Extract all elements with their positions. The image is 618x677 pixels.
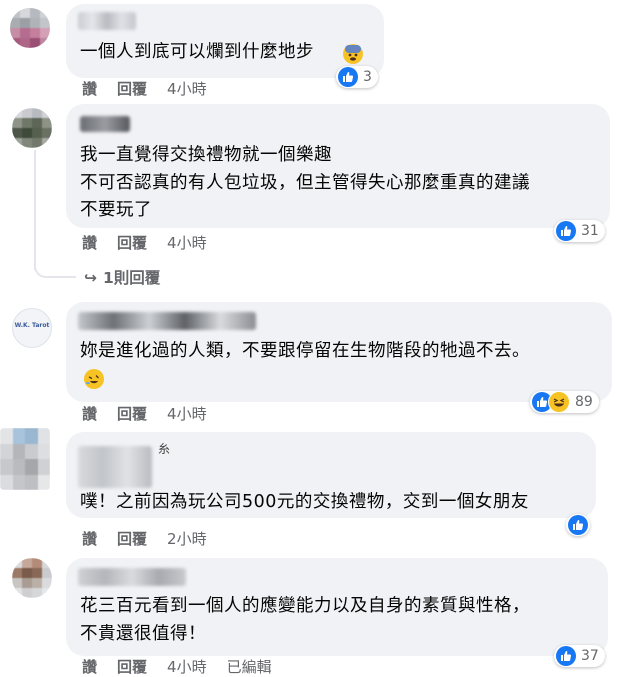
reaction-summary[interactable]: 37 bbox=[554, 645, 605, 667]
comment-text: 噗！之前因為玩公司500元的交換禮物，交到一個女朋友 bbox=[80, 492, 529, 512]
thumbs-up-icon bbox=[556, 221, 576, 241]
comment-text-line: 不可否認真的有人包垃圾，但主管得失心那麼重真的建議 bbox=[80, 173, 530, 193]
reply-link[interactable]: 回覆 bbox=[117, 405, 147, 423]
comment-text: 一個人到底可以爛到什麼地步 bbox=[80, 42, 314, 62]
avatar[interactable] bbox=[12, 558, 52, 598]
edited-label[interactable]: 已編輯 bbox=[227, 658, 272, 676]
comment-text-line: 花三百元看到一個人的應變能力以及自身的素質與性格， bbox=[80, 596, 530, 616]
comment-actions: 讚 回覆 4小時 bbox=[82, 232, 227, 253]
rolling-laughing-emoji bbox=[84, 369, 104, 389]
reply-link[interactable]: 回覆 bbox=[117, 658, 147, 676]
anxious-face-emoji bbox=[343, 44, 363, 64]
view-replies-link[interactable]: ↪ 1則回覆 bbox=[84, 266, 180, 288]
thumbs-up-icon bbox=[556, 646, 576, 666]
comment-actions: 讚 回覆 4小時 bbox=[82, 78, 227, 99]
author-name-suffix: 糸 bbox=[158, 442, 171, 456]
author-name-redacted[interactable] bbox=[78, 446, 152, 488]
comment-actions: 讚 回覆 4小時 bbox=[82, 403, 227, 424]
timestamp[interactable]: 4小時 bbox=[167, 658, 207, 676]
comment-text-line: 不要玩了 bbox=[80, 200, 152, 220]
reaction-count: 31 bbox=[581, 223, 599, 239]
avatar-logo-text: W.K. Tarot bbox=[14, 322, 50, 329]
reply-arrow-icon: ↪ bbox=[84, 269, 97, 287]
thread-line-curve bbox=[34, 256, 76, 278]
timestamp[interactable]: 4小時 bbox=[167, 405, 207, 423]
avatar[interactable] bbox=[0, 428, 50, 490]
like-link[interactable]: 讚 bbox=[82, 234, 97, 252]
timestamp[interactable]: 2小時 bbox=[167, 530, 207, 548]
reaction-count: 3 bbox=[363, 69, 372, 85]
author-name-redacted[interactable] bbox=[80, 116, 130, 132]
comment-text: 妳是進化過的人類，不要跟停留在生物階段的牠過不去。 bbox=[80, 341, 530, 361]
thumbs-up-icon bbox=[568, 515, 588, 535]
thumbs-up-icon bbox=[338, 67, 358, 87]
avatar[interactable] bbox=[10, 8, 50, 48]
like-link[interactable]: 讚 bbox=[82, 530, 97, 548]
author-name-redacted[interactable] bbox=[78, 12, 136, 30]
thread-line bbox=[34, 150, 36, 270]
reply-link[interactable]: 回覆 bbox=[117, 234, 147, 252]
author-name-redacted[interactable] bbox=[78, 568, 186, 586]
reply-link[interactable]: 回覆 bbox=[117, 530, 147, 548]
timestamp[interactable]: 4小時 bbox=[167, 234, 207, 252]
comment-text-line: 不貴還很值得！ bbox=[80, 624, 206, 644]
reaction-summary[interactable] bbox=[566, 514, 590, 536]
avatar[interactable]: W.K. Tarot bbox=[12, 308, 52, 348]
reaction-summary[interactable]: 3 bbox=[336, 66, 378, 88]
author-name-redacted[interactable] bbox=[78, 312, 256, 330]
comment-actions: 讚 回覆 2小時 bbox=[82, 528, 227, 549]
avatar[interactable] bbox=[12, 108, 52, 148]
reaction-summary[interactable]: 89 bbox=[530, 391, 599, 413]
timestamp[interactable]: 4小時 bbox=[167, 80, 207, 98]
comment-text-line: 我一直覺得交換禮物就一個樂趣 bbox=[80, 145, 332, 165]
reaction-summary[interactable]: 31 bbox=[554, 220, 605, 242]
like-link[interactable]: 讚 bbox=[82, 658, 97, 676]
like-link[interactable]: 讚 bbox=[82, 405, 97, 423]
like-link[interactable]: 讚 bbox=[82, 80, 97, 98]
laughing-face-icon bbox=[548, 391, 570, 413]
reaction-count: 89 bbox=[575, 394, 593, 410]
reply-link[interactable]: 回覆 bbox=[117, 80, 147, 98]
reaction-count: 37 bbox=[581, 648, 599, 664]
